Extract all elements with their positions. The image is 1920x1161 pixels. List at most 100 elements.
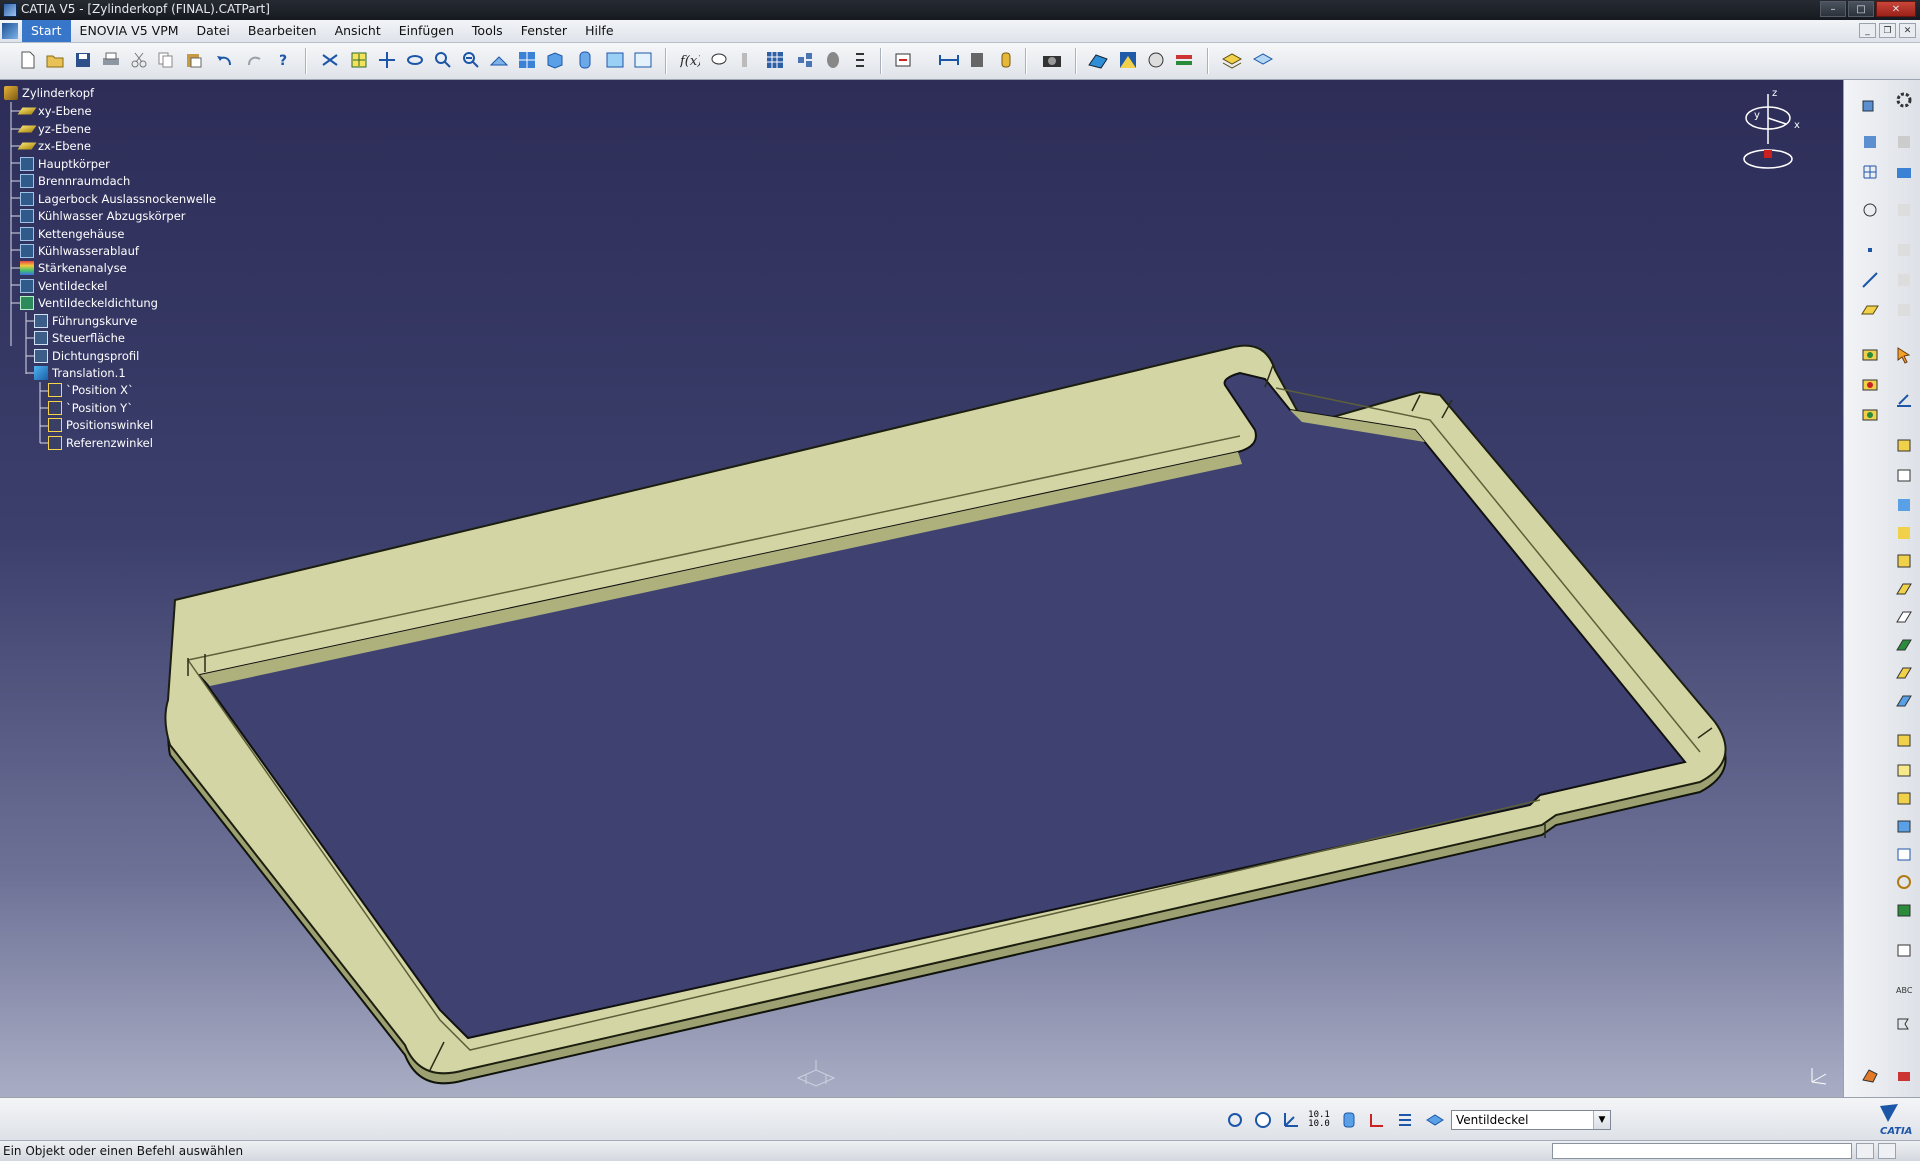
fillet-icon[interactable] — [1894, 691, 1914, 711]
cylinder-icon[interactable] — [1339, 1110, 1359, 1130]
knowledge-icon[interactable] — [735, 50, 755, 70]
doc-minimize-button[interactable]: _ — [1859, 23, 1876, 38]
tree-node-parameter[interactable]: Positionswinkel — [48, 416, 153, 434]
tree-node-guide-curve[interactable]: Führungskurve — [34, 312, 137, 330]
copy-icon[interactable] — [156, 50, 176, 70]
multi-view-icon[interactable] — [517, 50, 537, 70]
flag-note-icon[interactable] — [1894, 1015, 1914, 1035]
menu-hilfe[interactable]: Hilfe — [576, 20, 622, 42]
parameter-list-icon[interactable] — [853, 50, 873, 70]
tree-node-parameter[interactable]: Referenzwinkel — [48, 434, 153, 452]
save-icon[interactable] — [73, 50, 93, 70]
catia-logo-icon[interactable] — [2, 23, 18, 39]
maximize-button[interactable]: □ — [1848, 1, 1874, 17]
tree-node-body[interactable]: Kettengehäuse — [20, 225, 125, 243]
publication-icon[interactable] — [823, 50, 843, 70]
doc-close-button[interactable]: ✕ — [1899, 23, 1916, 38]
swap-space-icon[interactable] — [633, 50, 653, 70]
list-icon[interactable] — [1395, 1110, 1415, 1130]
doc-restore-button[interactable]: ❐ — [1879, 23, 1896, 38]
cut-icon[interactable] — [129, 50, 149, 70]
text-abc-icon[interactable]: ABC — [1894, 980, 1914, 1000]
new-file-icon[interactable] — [18, 50, 38, 70]
menu-einfuegen[interactable]: Einfügen — [390, 20, 463, 42]
solid-pocket-icon[interactable] — [1894, 465, 1914, 485]
zoom-out-icon[interactable] — [461, 50, 481, 70]
sketch-tool-icon[interactable] — [1894, 390, 1914, 410]
rotate-icon[interactable] — [405, 50, 425, 70]
print-icon[interactable] — [101, 50, 121, 70]
command-list-button[interactable] — [1856, 1143, 1874, 1159]
menu-fenster[interactable]: Fenster — [512, 20, 576, 42]
loft-icon[interactable] — [1894, 635, 1914, 655]
wear-tool-icon[interactable] — [1894, 1065, 1914, 1085]
annotation-icon[interactable] — [1894, 940, 1914, 960]
close-button[interactable]: ✕ — [1876, 1, 1916, 17]
tree-node-seal-profile[interactable]: Dichtungsprofil — [34, 347, 139, 365]
draft-icon[interactable] — [1894, 760, 1914, 780]
thickness-icon[interactable] — [1894, 816, 1914, 836]
removed-loft-icon[interactable] — [1894, 663, 1914, 683]
boolean-icon[interactable] — [1894, 900, 1914, 920]
fly-mode-icon[interactable] — [320, 50, 340, 70]
seal-ring-model[interactable] — [0, 80, 1843, 1097]
comment-icon[interactable] — [709, 50, 729, 70]
shading-icon[interactable] — [575, 50, 595, 70]
tree-node-seal[interactable]: Ventildeckeldichtung — [20, 294, 158, 312]
menu-ansicht[interactable]: Ansicht — [326, 20, 390, 42]
scale-readout[interactable]: 10.1 10.0 — [1308, 1110, 1330, 1130]
redo-icon[interactable] — [245, 50, 265, 70]
slot-icon[interactable] — [1894, 579, 1914, 599]
measure-between-icon[interactable] — [939, 50, 959, 70]
iso-view-icon[interactable] — [545, 50, 565, 70]
formula-icon[interactable]: f(x) — [680, 50, 700, 70]
axis-system-icon[interactable] — [1894, 872, 1914, 892]
minimize-button[interactable]: – — [1820, 1, 1846, 17]
3d-viewport[interactable]: Zylinderkopf xy-Ebene yz-Ebene zx-Ebene … — [0, 80, 1843, 1097]
measure-inertia-icon[interactable] — [996, 50, 1016, 70]
texture-icon[interactable] — [1118, 50, 1138, 70]
camera-icon[interactable] — [1894, 162, 1914, 182]
snap-icon[interactable] — [1367, 1110, 1387, 1130]
layer-icon[interactable] — [1425, 1110, 1445, 1130]
compass-icon[interactable]: z y x — [1736, 84, 1806, 174]
point-icon[interactable] — [1860, 240, 1880, 260]
apply-material-side-icon[interactable] — [1860, 1065, 1880, 1085]
tree-node-body[interactable]: Ventildeckel — [20, 277, 107, 295]
tree-node-root[interactable]: Zylinderkopf — [4, 84, 94, 102]
pocket-icon[interactable] — [1860, 375, 1880, 395]
graphic-properties-icon[interactable] — [1253, 50, 1273, 70]
tree-node-body[interactable]: Lagerbock Auslassnockenwelle — [20, 190, 216, 208]
whats-this-icon[interactable]: ? — [275, 50, 295, 70]
line-icon[interactable] — [1860, 270, 1880, 290]
pattern-icon[interactable] — [1894, 844, 1914, 864]
tree-node-body[interactable]: Kühlwasser Abzugskörper — [20, 207, 186, 225]
tree-node-parameter[interactable]: `Position Y` — [48, 399, 133, 417]
select-arrow-icon[interactable] — [1894, 345, 1914, 365]
measure-item-icon[interactable] — [968, 50, 988, 70]
pad-icon[interactable] — [1860, 345, 1880, 365]
normal-view-icon[interactable] — [489, 50, 509, 70]
tree-node-zx-plane[interactable]: zx-Ebene — [17, 137, 91, 155]
shell-icon[interactable] — [1894, 788, 1914, 808]
menu-tools[interactable]: Tools — [463, 20, 512, 42]
constraint2-icon[interactable] — [1894, 300, 1914, 320]
tree-node-body[interactable]: Kühlwasserablauf — [20, 242, 139, 260]
command-help-button[interactable] — [1878, 1143, 1896, 1159]
pan-icon[interactable] — [377, 50, 397, 70]
dimension-icon[interactable] — [1894, 240, 1914, 260]
tree-node-control-surface[interactable]: Steuerfläche — [34, 329, 125, 347]
hole-icon[interactable] — [1894, 523, 1914, 543]
layer-select[interactable]: Ventildeckel ▼ — [1451, 1110, 1611, 1130]
tree-node-translation[interactable]: Translation.1 — [34, 364, 126, 382]
tree-node-xy-plane[interactable]: xy-Ebene — [17, 102, 92, 120]
tree-node-parameter[interactable]: `Position X` — [48, 381, 134, 399]
tree-node-body[interactable]: Hauptkörper — [20, 155, 110, 173]
catalog-icon[interactable] — [795, 50, 815, 70]
zoom-in-icon[interactable] — [433, 50, 453, 70]
tree-node-analysis[interactable]: Stärkenanalyse — [20, 259, 127, 277]
paste-icon[interactable] — [184, 50, 204, 70]
solid-pad-icon[interactable] — [1894, 435, 1914, 455]
apply-material-icon[interactable] — [1088, 50, 1108, 70]
stiffener-icon[interactable] — [1894, 607, 1914, 627]
